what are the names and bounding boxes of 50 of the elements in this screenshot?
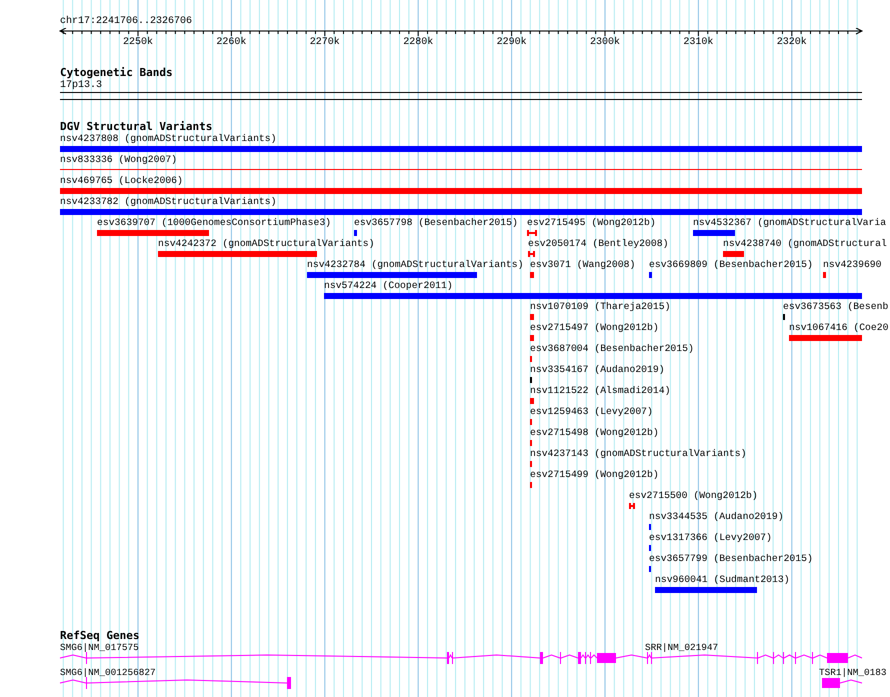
gene-label: SRR|NM_021947 (645, 642, 718, 654)
variant-label: nsv574224 (Cooper2011) (324, 280, 453, 292)
track-title: DGV Structural Variants (60, 121, 212, 133)
tick-label: 2300k (590, 37, 620, 48)
variant-label: nsv1121522 (Alsmadi2014) (530, 385, 670, 397)
variant-label: nsv3344535 (Audano2019) (649, 511, 784, 523)
variant-label: nsv3354167 (Audano2019) (530, 364, 665, 376)
variant-label: nsv4242372 (gnomADStructuralVariants) (158, 238, 374, 250)
variant-label: esv2715499 (Wong2012b) (530, 469, 659, 481)
band-label: 17p13.3 (60, 80, 102, 92)
variant-label: nsv4232784 (gnomADStructuralVariants) (307, 259, 524, 271)
tick-label: 2270k (310, 37, 340, 48)
variant-label: nsv4237808 (gnomADStructuralVariants) (60, 133, 276, 145)
tick-label: 2260k (216, 37, 246, 48)
variant-label: nsv833336 (Wong2007) (60, 154, 178, 166)
gene-label: SMG6|NM_017575 (60, 642, 139, 654)
variant-label: esv3657798 (Besenbacher2015) (354, 217, 518, 229)
variant-label: nsv4233782 (gnomADStructuralVariants) (60, 196, 276, 208)
tick-label: 2250k (123, 37, 153, 48)
variant-label: esv3673563 (Besenb (783, 301, 888, 313)
variant-label: esv2715500 (Wong2012b) (629, 490, 758, 502)
variant-label: nsv469765 (Locke2006) (60, 175, 183, 187)
tick-label: 2280k (403, 37, 434, 48)
variant-label: esv3669809 (Besenbacher2015) (649, 259, 813, 271)
tick-label: 2290k (496, 37, 527, 48)
gene-label: SMG6|NM_001256827 (60, 667, 156, 679)
variant-label: esv2715497 (Wong2012b) (530, 322, 659, 334)
variant-label: nsv4239690 (823, 259, 882, 271)
track-title: Cytogenetic Bands (60, 67, 173, 79)
variant-label: esv2715498 (Wong2012b) (530, 427, 659, 439)
variant-label: esv3657799 (Besenbacher2015) (649, 553, 813, 565)
range-label: chr17:2241706..2326706 (60, 16, 194, 28)
variant-label: esv3639707 (1000GenomesConsortiumPhase3) (97, 217, 332, 229)
variant-label: esv3071 (Wang2008) (530, 259, 636, 271)
variant-label: nsv1070109 (Thareja2015) (530, 301, 670, 313)
variant-label: esv1317366 (Levy2007) (649, 532, 772, 544)
variant-label: nsv960041 (Sudmant2013) (655, 574, 790, 586)
variant-label: nsv4238740 (gnomADStructural (723, 238, 887, 250)
tick-label: 2320k (776, 37, 807, 48)
track-title: RefSeq Genes (60, 630, 140, 642)
variant-label: nsv4532367 (gnomADStructuralVaria (693, 217, 886, 229)
gene-label: TSR1|NM_0183 (819, 667, 887, 679)
variant-label: esv2050174 (Bentley2008) (528, 238, 668, 250)
variant-label: nsv4237143 (gnomADStructuralVariants) (530, 448, 746, 460)
variant-label: nsv1067416 (Coe20 (789, 322, 888, 334)
variant-label: esv1259463 (Levy2007) (530, 406, 653, 418)
variant-label: esv2715495 (Wong2012b) (527, 217, 656, 229)
variant-label: esv3687004 (Besenbacher2015) (530, 343, 694, 355)
gene-model-drawing (822, 678, 862, 688)
tick-label: 2310k (683, 37, 714, 48)
